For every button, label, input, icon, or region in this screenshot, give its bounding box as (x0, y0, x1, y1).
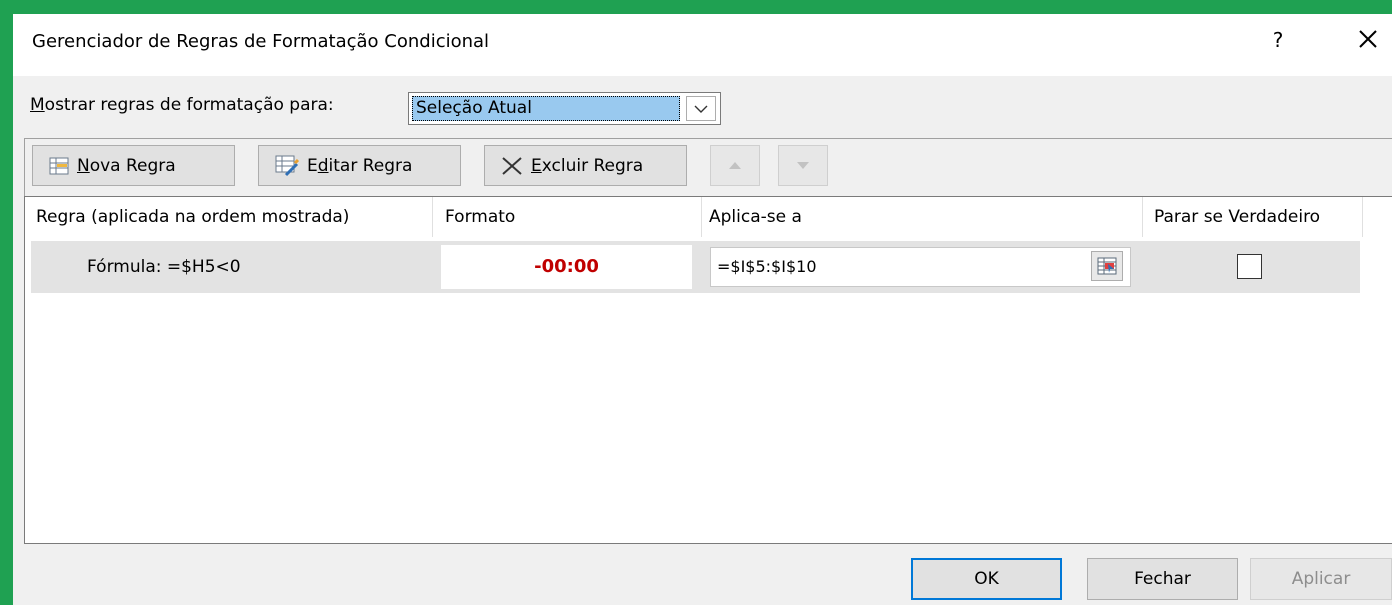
show-rules-label-text: ostrar regras de formatação para: (44, 95, 334, 115)
rule-row[interactable]: Fórmula: =$H5<0 -00:00 =$I$5:$I$10 (31, 241, 1360, 293)
conditional-formatting-dialog: Gerenciador de Regras de Formatação Cond… (13, 14, 1392, 605)
close-button[interactable] (1353, 24, 1383, 54)
arrow-down-icon (797, 162, 809, 169)
ok-button[interactable]: OK (911, 558, 1062, 600)
show-rules-select[interactable]: Seleção Atual (408, 92, 721, 125)
show-rules-label-mnemonic: M (30, 95, 45, 115)
edit-rule-label: Editar Regra (307, 155, 413, 176)
applies-to-value: =$I$5:$I$10 (717, 257, 817, 276)
column-header-format[interactable]: Formato (445, 197, 515, 237)
apply-button[interactable]: Aplicar (1250, 558, 1392, 600)
new-rule-button[interactable]: Nova Regra (32, 145, 235, 186)
column-header-rule[interactable]: Regra (aplicada na ordem mostrada) (36, 197, 349, 237)
stop-if-true-checkbox[interactable] (1237, 254, 1262, 279)
applies-to-field[interactable]: =$I$5:$I$10 (710, 247, 1131, 287)
new-rule-icon (49, 157, 69, 175)
background-strip-left (0, 0, 13, 605)
delete-rule-button[interactable]: Excluir Regra (484, 145, 687, 186)
arrow-up-icon (729, 162, 741, 169)
column-divider (1142, 197, 1143, 237)
title-bar: Gerenciador de Regras de Formatação Cond… (13, 14, 1392, 76)
format-preview: -00:00 (441, 245, 692, 289)
show-rules-label: Mostrar regras de formatação para: (30, 95, 334, 115)
move-down-button[interactable] (778, 145, 828, 186)
rules-toolbar: Nova Regra Editar Regra Excluir Regra (24, 138, 1392, 197)
background-strip (0, 0, 1392, 14)
new-rule-label: Nova Regra (77, 155, 176, 176)
delete-rule-icon (501, 156, 523, 176)
range-select-button[interactable] (1091, 251, 1123, 281)
column-divider (432, 197, 433, 237)
close-icon (1359, 30, 1377, 48)
column-divider (1362, 197, 1363, 237)
edit-rule-icon (275, 155, 299, 177)
column-header-applies[interactable]: Aplica-se a (709, 197, 802, 237)
rule-description: Fórmula: =$H5<0 (87, 257, 241, 277)
range-select-icon (1097, 257, 1117, 275)
close-dialog-button[interactable]: Fechar (1087, 558, 1238, 600)
edit-rule-button[interactable]: Editar Regra (258, 145, 461, 186)
chevron-down-icon (694, 105, 708, 113)
rules-table: Regra (aplicada na ordem mostrada) Forma… (24, 196, 1392, 544)
show-rules-selected-value: Seleção Atual (412, 96, 680, 121)
move-up-button[interactable] (710, 145, 760, 186)
column-header-stop[interactable]: Parar se Verdadeiro (1154, 197, 1320, 237)
delete-rule-label: Excluir Regra (531, 155, 644, 176)
help-button[interactable]: ? (1268, 28, 1288, 52)
dialog-title: Gerenciador de Regras de Formatação Cond… (32, 31, 490, 52)
dropdown-button[interactable] (686, 96, 716, 121)
column-divider (701, 197, 702, 237)
